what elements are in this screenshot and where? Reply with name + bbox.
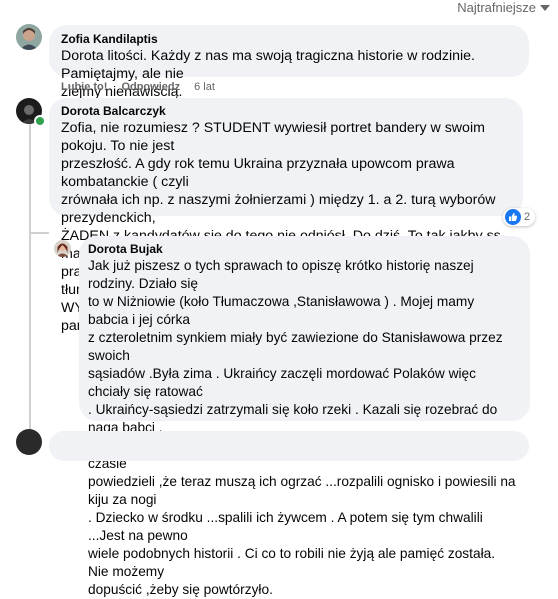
avatar[interactable]: [16, 429, 42, 455]
timestamp[interactable]: 6 lat: [194, 80, 215, 94]
comment-actions: Lubię to! Odpowiedz 6 lat: [61, 80, 215, 94]
reaction-count[interactable]: 2: [503, 208, 536, 226]
reply-button[interactable]: Odpowiedz: [121, 80, 180, 94]
comment-author[interactable]: Dorota Bujak: [88, 241, 518, 257]
thread-line: [29, 124, 31, 437]
comment-bubble: Dorota Bujak Jak już piszesz o tych spra…: [79, 236, 530, 597]
comment-author[interactable]: Dorota Balcarczyk: [61, 103, 511, 119]
chevron-down-icon: [540, 4, 550, 11]
comment-bubble: Zofia Kandilaptis Dorota litości. Każdy …: [49, 25, 529, 100]
like-button[interactable]: Lubię to!: [61, 80, 107, 94]
comment-text: Jak już piszesz o tych sprawach to opisz…: [88, 258, 516, 597]
comment-author[interactable]: Zofia Kandilaptis: [61, 31, 517, 47]
sort-label: Najtrafniejsze: [457, 0, 536, 15]
online-status-icon: [34, 115, 46, 127]
like-icon: [505, 209, 521, 225]
sort-dropdown[interactable]: Najtrafniejsze: [457, 0, 550, 14]
comment-bubble: Dorota Balcarczyk Zofia, nie rozumiesz ?…: [49, 98, 523, 334]
reaction-count-value: 2: [524, 211, 531, 223]
avatar[interactable]: [16, 24, 42, 50]
comment-bubble: [49, 431, 529, 461]
thread-branch: [29, 232, 49, 234]
avatar[interactable]: [54, 240, 71, 257]
